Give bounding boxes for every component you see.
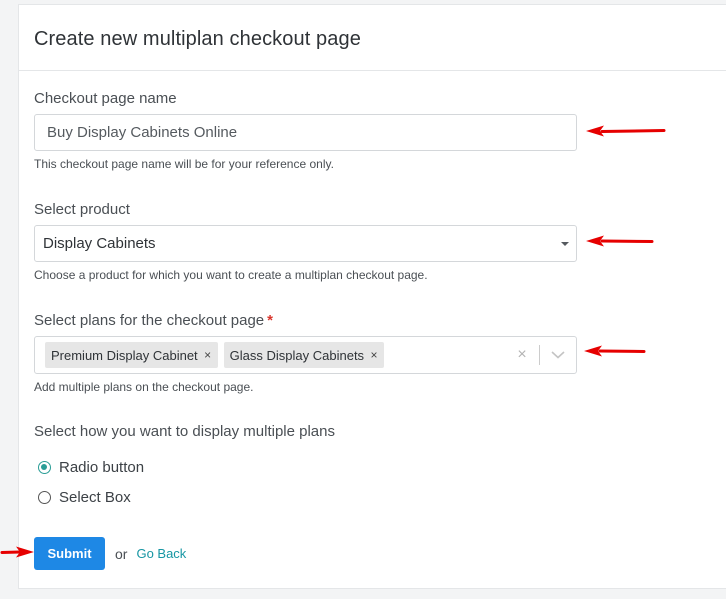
plans-multiselect[interactable]: Premium Display Cabinet × Glass Display … — [34, 336, 577, 374]
radio-unchecked-icon[interactable] — [38, 490, 51, 504]
product-label: Select product — [34, 201, 130, 218]
page-title: Create new multiplan checkout page — [34, 28, 361, 50]
remove-tag-icon[interactable]: × — [198, 348, 218, 362]
checkout-form-card: Create new multiplan checkout page Check… — [18, 4, 726, 589]
plan-tag: Premium Display Cabinet × — [45, 342, 218, 368]
card-header: Create new multiplan checkout page — [19, 5, 726, 71]
product-help: Choose a product for which you want to c… — [34, 268, 428, 282]
chevron-down-icon[interactable] — [540, 351, 576, 359]
plans-label-text: Select plans for the checkout page — [34, 312, 265, 329]
checkout-name-field: Checkout page name This checkout page na… — [34, 90, 577, 172]
plans-label: Select plans for the checkout page * — [34, 312, 577, 330]
plans-field: Select plans for the checkout page * Prem… — [34, 312, 577, 395]
radio-option-select-box[interactable]: Select Box — [38, 486, 577, 508]
radio-checked-icon[interactable] — [38, 460, 51, 474]
display-options-label: Select how you want to display multiple … — [34, 423, 335, 440]
plan-tag-label: Premium Display Cabinet — [51, 347, 198, 363]
clear-all-icon[interactable]: × — [511, 346, 533, 364]
multiselect-controls: × — [511, 337, 576, 373]
plan-tag-label: Glass Display Cabinets — [229, 347, 365, 363]
annotation-arrow-icon — [586, 125, 666, 137]
required-asterisk: * — [267, 312, 273, 329]
page: Create new multiplan checkout page Check… — [0, 0, 726, 599]
radio-option-label: Select Box — [59, 488, 131, 506]
product-selected-value: Display Cabinets — [43, 235, 156, 252]
radio-option-label: Radio button — [59, 458, 145, 476]
radio-option-radio-button[interactable]: Radio button — [38, 456, 577, 478]
checkout-name-input[interactable] — [34, 114, 577, 151]
submit-button[interactable]: Submit — [34, 537, 105, 570]
annotation-arrow-icon — [0, 546, 34, 558]
form-actions: Submit or Go Back — [34, 537, 186, 570]
checkout-name-label: Checkout page name — [34, 90, 177, 107]
caret-down-icon — [561, 242, 569, 246]
product-field: Select product Display Cabinets Choose a… — [34, 201, 577, 283]
go-back-link[interactable]: Go Back — [136, 546, 186, 561]
remove-tag-icon[interactable]: × — [364, 348, 384, 362]
annotation-arrow-icon — [584, 345, 646, 357]
plan-tag: Glass Display Cabinets × — [223, 342, 385, 368]
display-options-field: Select how you want to display multiple … — [34, 423, 577, 516]
plans-help: Add multiple plans on the checkout page. — [34, 380, 254, 394]
checkout-name-help: This checkout page name will be for your… — [34, 157, 334, 171]
annotation-arrow-icon — [586, 235, 654, 247]
or-separator-text: or — [115, 545, 128, 562]
product-select[interactable]: Display Cabinets — [34, 225, 577, 262]
